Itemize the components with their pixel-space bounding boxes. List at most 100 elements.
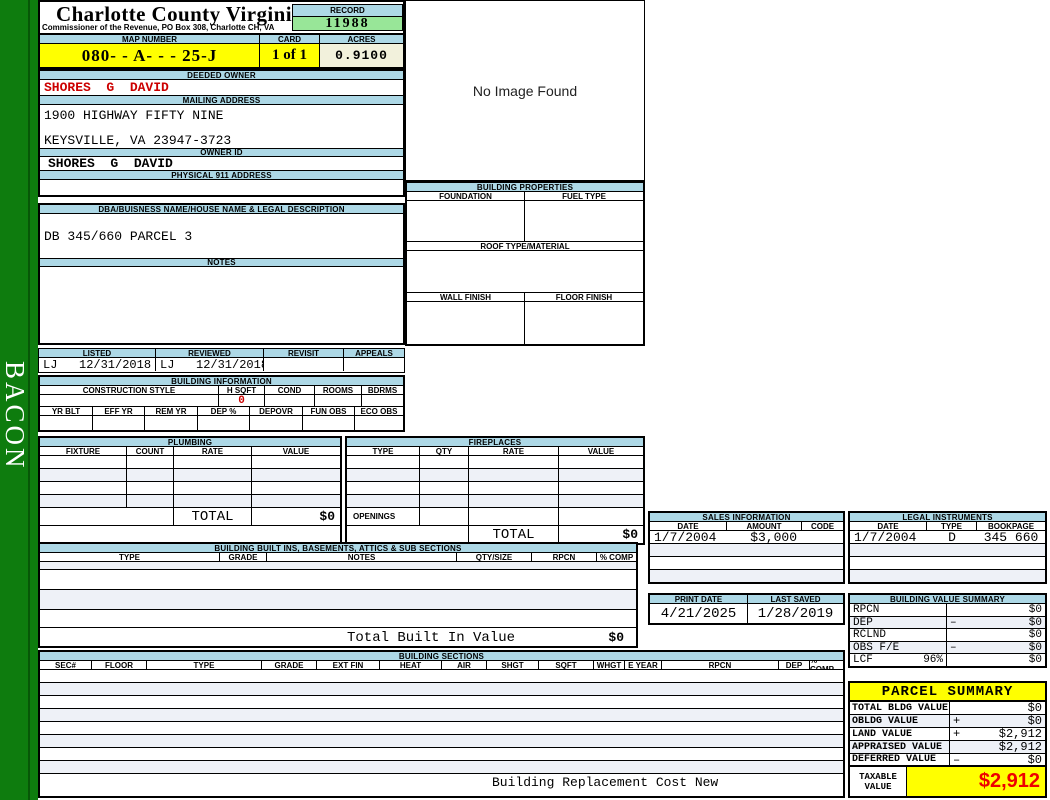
listed-header: LISTED — [39, 349, 156, 357]
rate-header: RATE — [469, 447, 559, 455]
table-row — [40, 610, 636, 628]
deferred-value: $0 — [1027, 754, 1042, 765]
table-row — [347, 482, 643, 495]
appeals-value — [344, 358, 404, 371]
last-saved-value: 1/28/2019 — [757, 605, 834, 622]
record-value: 11988 — [293, 16, 402, 31]
roof-type-value — [407, 251, 643, 292]
table-row — [650, 557, 843, 570]
table-row — [40, 670, 843, 683]
foundation-fuel-area — [407, 201, 643, 242]
bdrms-header: BDRMS — [362, 386, 403, 394]
parcel-summary-header: PARCEL SUMMARY — [850, 683, 1045, 702]
appraised-label: APPRAISED VALUE — [850, 741, 950, 753]
summary-row: LCF 96% $0 — [850, 654, 1045, 666]
op-sign: + — [953, 728, 961, 740]
whgt-header: WHGT — [594, 661, 625, 669]
building-value-summary-header: BUILDING VALUE SUMMARY — [850, 595, 1045, 604]
shgt-header: SHGT — [487, 661, 539, 669]
table-row — [347, 495, 643, 508]
fireplaces-total-label: TOTAL — [469, 526, 559, 543]
table-row — [347, 456, 643, 469]
mailing-address-line2: KEYSVILLE, VA 23947-3723 — [44, 133, 232, 148]
table-row — [40, 590, 636, 610]
parcel-row: OBLDG VALUE + $0 — [850, 715, 1045, 728]
legal-description-box: DBA/BUISNESS NAME/HOUSE NAME & LEGAL DES… — [38, 203, 405, 345]
reviewed-value: LJ 12/31/2018 — [156, 358, 264, 371]
table-row — [850, 544, 1045, 557]
property-record-card: BACON Charlotte County Virginia Commissi… — [0, 0, 1050, 800]
fireplaces-total-row: TOTAL $0 — [347, 526, 643, 543]
fuel-type-value — [525, 201, 643, 241]
sec-header: SEC# — [40, 661, 92, 669]
print-date-value: 4/21/2025 — [650, 604, 748, 623]
legal-description-area: DB 345/660 PARCEL 3 — [40, 214, 403, 258]
empty-cell — [355, 416, 403, 430]
dep-pct-header: DEP % — [198, 407, 250, 415]
lcf-value: $0 — [1028, 654, 1042, 666]
taxable-label: TAXABLE VALUE — [850, 767, 907, 796]
plumbing-header: PLUMBING — [40, 438, 340, 447]
rpcn-value: $0 — [1028, 604, 1042, 616]
fixture-header: FIXTURE — [40, 447, 127, 455]
qty-header: QTY — [420, 447, 469, 455]
funobs-header: FUN OBS — [303, 407, 355, 415]
obs-value: $0 — [1028, 642, 1042, 653]
total-bldg-value: $0 — [1027, 702, 1042, 714]
mailing-address-line1: 1900 HIGHWAY FIFTY NINE — [44, 108, 224, 123]
construction-style-header: CONSTRUCTION STYLE — [40, 386, 219, 394]
parcel-row: APPRAISED VALUE $2,912 — [850, 741, 1045, 754]
dep-value: $0 — [1028, 617, 1042, 628]
building-info-box: BUILDING INFORMATION CONSTRUCTION STYLE … — [38, 375, 405, 432]
rclnd-label: RCLND — [853, 629, 887, 641]
sqft-header: SQFT — [539, 661, 594, 669]
appraised-value: $2,912 — [998, 741, 1042, 753]
table-row — [40, 570, 636, 590]
floor-finish-header: FLOOR FINISH — [525, 293, 643, 301]
deeded-owner-header: DEEDED OWNER — [40, 71, 403, 80]
type-header: TYPE — [927, 522, 977, 530]
wall-floor-area — [407, 302, 643, 344]
remyr-header: REM YR — [145, 407, 198, 415]
table-row — [650, 544, 843, 557]
fireplaces-total-value: $0 — [622, 527, 638, 542]
land-label: LAND VALUE — [850, 728, 950, 740]
date-header: DATE — [850, 522, 927, 530]
value-header: VALUE — [252, 447, 340, 455]
legal-instruments-box: LEGAL INSTRUMENTS DATE TYPE BOOKPAGE 1/7… — [848, 511, 1047, 584]
reviewed-header: REVIEWED — [156, 349, 264, 357]
owner-id-value: SHORES G DAVID — [48, 157, 173, 170]
plumbing-box: PLUMBING FIXTURE COUNT RATE VALUE TOTAL … — [38, 436, 342, 545]
building-properties-box: BUILDING PROPERTIES FOUNDATION FUEL TYPE… — [405, 181, 645, 346]
building-sections-box: BUILDING SECTIONS SEC# FLOOR TYPE GRADE … — [38, 650, 845, 798]
building-sections-footer-row: Building Replacement Cost New — [40, 774, 843, 790]
land-value: $2,912 — [998, 728, 1042, 740]
rpcn-header: RPCN — [532, 553, 597, 561]
replacement-cost-label: Building Replacement Cost New — [492, 775, 719, 790]
sales-row: 1/7/2004 $3,000 — [650, 531, 843, 544]
amount-header: AMOUNT — [727, 522, 802, 530]
print-date-header: PRINT DATE — [650, 595, 748, 603]
obldg-value: $0 — [1027, 715, 1042, 727]
taxable-row: TAXABLE VALUE $2,912 — [850, 767, 1045, 796]
grade-header: GRADE — [262, 661, 317, 669]
deeded-owner-value: SHORES G DAVID — [44, 80, 169, 95]
appeals-header: APPEALS — [344, 349, 404, 357]
map-number-header: MAP NUMBER — [40, 35, 260, 43]
rooms-value — [315, 395, 362, 406]
print-date-box: PRINT DATE LAST SAVED 4/21/2025 1/28/201… — [648, 593, 845, 625]
sale-date: 1/7/2004 — [654, 531, 717, 543]
instrument-bookpage: 345 660 — [983, 531, 1039, 543]
table-row — [40, 562, 636, 570]
empty-cell — [40, 416, 93, 430]
table-row — [40, 748, 843, 761]
notes-header: NOTES — [40, 258, 403, 267]
last-saved-header: LAST SAVED — [748, 595, 843, 603]
rpcn-header: RPCN — [662, 661, 779, 669]
comp-header: % COMP — [597, 553, 636, 561]
effyr-header: EFF YR — [93, 407, 145, 415]
qty-size-header: QTY/SIZE — [457, 553, 532, 561]
table-row — [850, 570, 1045, 582]
built-ins-total-label: Total Built In Value — [347, 630, 516, 646]
building-properties-header: BUILDING PROPERTIES — [407, 183, 643, 192]
